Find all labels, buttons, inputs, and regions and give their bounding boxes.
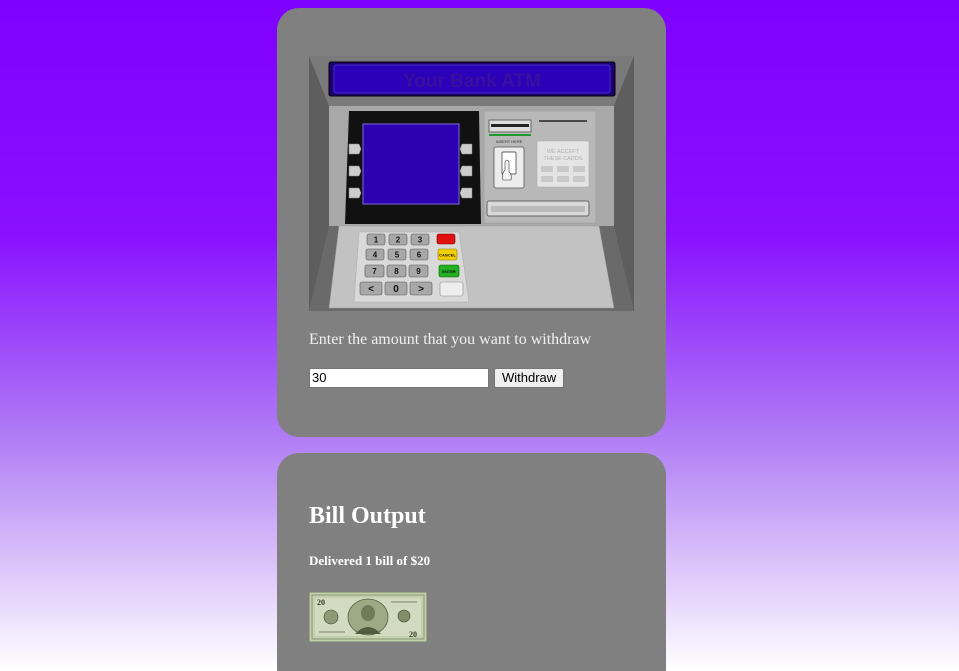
atm-panel: Your Bank ATM INSERT HERE WE ACCEPT THES… — [277, 8, 666, 437]
atm-bank-name: Your Bank ATM — [403, 71, 541, 92]
withdraw-prompt: Enter the amount that you want to withdr… — [309, 331, 592, 348]
key-row-2: 4 5 6 — [365, 248, 429, 261]
bill-corner-top-left: 20 — [317, 598, 325, 607]
key-row-1: 1 2 3 — [366, 233, 430, 246]
key-1: 1 — [374, 236, 379, 245]
key-6: 6 — [417, 251, 422, 260]
delivery-message: Delivered 1 bill of $20 — [309, 553, 431, 568]
bill-corner-bottom-right: 20 — [409, 630, 417, 639]
bill-output-title: Bill Output — [309, 503, 426, 529]
accepted-cards-label-1: WE ACCEPT — [547, 149, 580, 155]
key-row-3: 7 8 9 — [364, 264, 429, 278]
key-2: 2 — [396, 236, 401, 245]
clear-key — [436, 233, 456, 245]
amount-input[interactable]: 30 — [309, 368, 489, 388]
key-3: 3 — [418, 236, 423, 245]
withdraw-button[interactable]: Withdraw — [494, 368, 565, 388]
atm-screen — [362, 123, 460, 205]
blank-key — [439, 281, 464, 297]
accepted-cards-label-2: THESE CARDS — [543, 156, 582, 162]
key-8: 8 — [394, 267, 399, 276]
key-9: 9 — [416, 267, 421, 276]
cancel-key-label: CANCEL — [439, 253, 456, 258]
key-forward: > — [418, 284, 424, 295]
atm-keypad: 1 2 3 4 5 6 7 8 9 < 0 > CANCEL ENTER — [359, 233, 464, 297]
key-5: 5 — [395, 251, 400, 260]
twenty-dollar-bill-image: 20 20 — [309, 592, 427, 642]
key-back: < — [368, 284, 374, 295]
atm-illustration: Your Bank ATM INSERT HERE WE ACCEPT THES… — [309, 56, 634, 311]
key-7: 7 — [372, 267, 377, 276]
bill-output-panel: Bill Output Delivered 1 bill of $20 20 2… — [277, 453, 666, 671]
enter-key-label: ENTER — [442, 269, 456, 274]
key-0: 0 — [393, 284, 399, 295]
key-4: 4 — [373, 251, 378, 260]
key-row-4: < 0 > — [359, 281, 433, 296]
card-slot-label: INSERT HERE — [496, 139, 523, 144]
